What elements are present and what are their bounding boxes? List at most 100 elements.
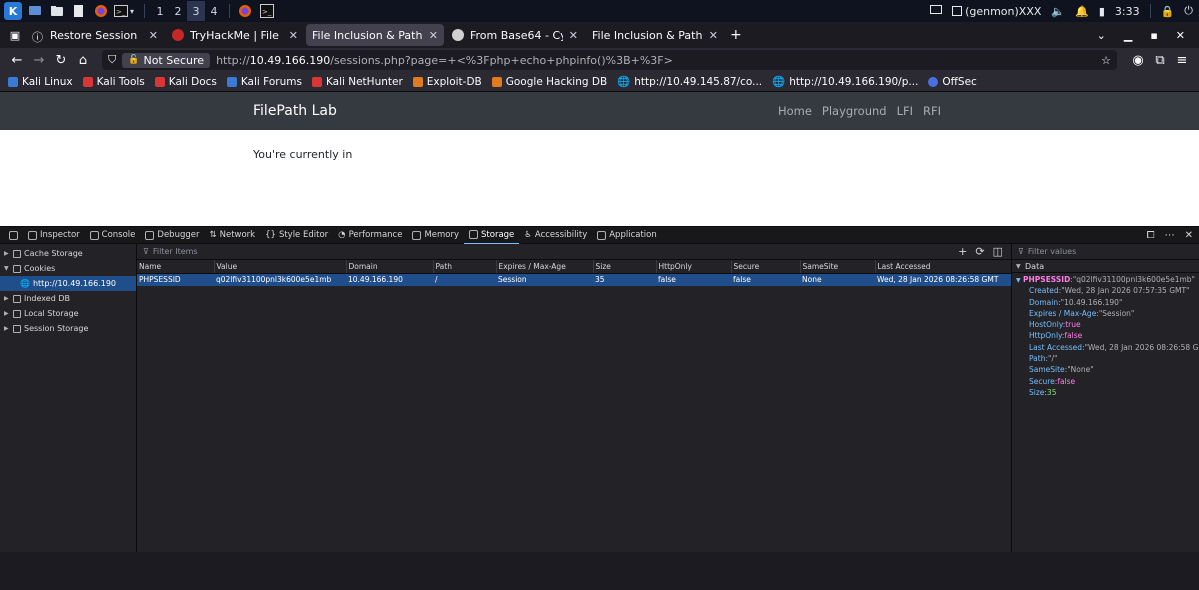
tab-performance[interactable]: ◔ Performance bbox=[333, 227, 407, 244]
tab-inspector[interactable]: Inspector bbox=[23, 227, 85, 244]
element-picker-icon[interactable] bbox=[4, 227, 23, 244]
app-menu-button[interactable]: K bbox=[4, 2, 22, 20]
cell-httponly[interactable]: false bbox=[656, 273, 731, 286]
workspace-2[interactable]: 2 bbox=[169, 1, 187, 21]
tab-file-inclusion-active[interactable]: File Inclusion & Path Travers ✕ bbox=[306, 24, 444, 46]
tab-network[interactable]: ⇅ Network bbox=[204, 227, 260, 244]
close-icon[interactable]: ✕ bbox=[429, 29, 438, 42]
site-brand[interactable]: FilePath Lab bbox=[253, 103, 337, 119]
tab-cyberchef[interactable]: From Base64 - CyberChef ✕ bbox=[446, 24, 584, 46]
tab-memory[interactable]: Memory bbox=[407, 227, 464, 244]
close-devtools-icon[interactable]: ✕ bbox=[1185, 230, 1193, 241]
tree-item-cookies[interactable]: ▼ Cookies bbox=[0, 261, 136, 276]
tab-accessibility[interactable]: ♿ Accessibility bbox=[519, 227, 592, 244]
bookmark-kali-linux[interactable]: Kali Linux bbox=[8, 76, 73, 88]
not-secure-badge[interactable]: 🔓 Not Secure bbox=[122, 52, 211, 68]
cell-path[interactable]: / bbox=[433, 273, 496, 286]
lock-icon[interactable]: 🔒 bbox=[1161, 5, 1175, 18]
expand-arrow-icon[interactable]: ▶ bbox=[4, 250, 10, 257]
shield-icon[interactable]: ⛉ bbox=[108, 53, 116, 67]
terminal-launcher-icon[interactable]: >_ ▾ bbox=[114, 2, 134, 20]
nav-link-rfi[interactable]: RFI bbox=[923, 104, 941, 118]
battery-icon[interactable]: ▮ bbox=[1099, 5, 1105, 18]
close-icon[interactable]: ✕ bbox=[289, 29, 298, 42]
bookmark-google-hacking-db[interactable]: Google Hacking DB bbox=[491, 76, 607, 88]
close-window-icon[interactable]: ✕ bbox=[1176, 29, 1185, 42]
desktop-icon[interactable] bbox=[26, 2, 44, 20]
column-header[interactable]: Path bbox=[433, 260, 497, 274]
notification-bell-icon[interactable]: 🔔 bbox=[1075, 5, 1089, 18]
cell-size[interactable]: 35 bbox=[593, 273, 656, 286]
tab-storage[interactable]: Storage bbox=[464, 227, 520, 244]
data-section-header[interactable]: ▼ Data bbox=[1012, 260, 1199, 273]
firefox-view-icon[interactable]: ▣ bbox=[4, 29, 26, 42]
prop-row[interactable]: HttpOnly:false bbox=[1012, 331, 1199, 342]
text-editor-icon[interactable] bbox=[70, 2, 88, 20]
dock-icon[interactable]: ⧠ bbox=[1147, 230, 1155, 241]
tree-item-indexed-db[interactable]: ▶ Indexed DB bbox=[0, 291, 136, 306]
column-header[interactable]: Value bbox=[214, 260, 347, 274]
nav-link-home[interactable]: Home bbox=[778, 104, 812, 118]
prop-row[interactable]: HostOnly:true bbox=[1012, 320, 1199, 331]
back-arrow-icon[interactable]: ← bbox=[6, 53, 28, 68]
genmon-widget[interactable]: (genmon)XXX bbox=[952, 5, 1041, 18]
close-icon[interactable]: ✕ bbox=[709, 29, 718, 42]
bookmark-kali-tools[interactable]: Kali Tools bbox=[82, 76, 145, 88]
tab-file-inclusion-2[interactable]: File Inclusion & Path Travers ✕ bbox=[586, 24, 724, 46]
tab-console[interactable]: Console bbox=[85, 227, 141, 244]
close-icon[interactable]: ✕ bbox=[149, 29, 158, 42]
collapse-arrow-icon[interactable]: ▼ bbox=[4, 265, 10, 272]
toggle-sidebar-icon[interactable]: ◫ bbox=[993, 245, 1003, 258]
prop-row[interactable]: Expires / Max-Age:"Session" bbox=[1012, 309, 1199, 320]
bookmark-kali-forums[interactable]: Kali Forums bbox=[226, 76, 302, 88]
cell-value[interactable]: q02lfiv31100pnl3k600e5e1mb bbox=[214, 273, 346, 286]
volume-icon[interactable]: 🔈 bbox=[1051, 5, 1065, 18]
url-text[interactable]: http://10.49.166.190/sessions.php?page=+… bbox=[216, 54, 673, 67]
tree-item-local-storage[interactable]: ▶ Local Storage bbox=[0, 306, 136, 321]
workspace-1[interactable]: 1 bbox=[151, 1, 169, 21]
bookmark-exploit-db[interactable]: Exploit-DB bbox=[412, 76, 482, 88]
new-tab-button[interactable]: + bbox=[730, 27, 742, 43]
cell-domain[interactable]: 10.49.166.190 bbox=[346, 273, 433, 286]
table-row[interactable]: PHPSESSID q02lfiv31100pnl3k600e5e1mb 10.… bbox=[137, 273, 1011, 286]
prop-row[interactable]: Last Accessed:"Wed, 28 Jan 2026 08:26:58… bbox=[1012, 343, 1199, 354]
maximize-icon[interactable]: ▪ bbox=[1150, 29, 1157, 42]
url-bar[interactable]: ⛉ 🔓 Not Secure http://10.49.166.190/sess… bbox=[102, 50, 1117, 70]
cell-last-accessed[interactable]: Wed, 28 Jan 2026 08:26:58 GMT bbox=[875, 273, 1011, 286]
column-header[interactable]: Domain bbox=[346, 260, 434, 274]
bookmark-kali-docs[interactable]: Kali Docs bbox=[154, 76, 217, 88]
close-icon[interactable]: ✕ bbox=[569, 29, 578, 42]
tab-application[interactable]: Application bbox=[592, 227, 662, 244]
prop-row[interactable]: Path:"/" bbox=[1012, 354, 1199, 365]
firefox-window-icon[interactable] bbox=[236, 2, 254, 20]
bookmark-url-2[interactable]: 🌐 http://10.49.166.190/p... bbox=[772, 75, 918, 89]
prop-row[interactable]: SameSite:"None" bbox=[1012, 365, 1199, 376]
tree-item-session-storage[interactable]: ▶ Session Storage bbox=[0, 321, 136, 336]
cell-secure[interactable]: false bbox=[731, 273, 800, 286]
column-header[interactable]: Expires / Max-Age bbox=[496, 260, 594, 274]
tab-style-editor[interactable]: {} Style Editor bbox=[260, 227, 333, 244]
bookmark-url-1[interactable]: 🌐 http://10.49.145.87/co... bbox=[617, 75, 762, 89]
minimize-icon[interactable]: ▁ bbox=[1124, 29, 1132, 42]
list-all-tabs-icon[interactable]: ⌄ bbox=[1097, 29, 1106, 42]
nav-link-playground[interactable]: Playground bbox=[822, 104, 887, 118]
power-icon[interactable]: ⏻ bbox=[1184, 4, 1193, 18]
cell-expires[interactable]: Session bbox=[496, 273, 593, 286]
file-manager-icon[interactable] bbox=[48, 2, 66, 20]
bookmark-offsec[interactable]: OffSec bbox=[928, 76, 977, 88]
forward-arrow-icon[interactable]: → bbox=[28, 53, 50, 68]
refresh-icon[interactable]: ⟳ bbox=[975, 245, 984, 258]
filter-values-input[interactable]: Filter values bbox=[1028, 247, 1076, 256]
bookmark-kali-nethunter[interactable]: Kali NetHunter bbox=[311, 76, 403, 88]
column-header[interactable]: Secure bbox=[731, 260, 801, 274]
more-options-icon[interactable]: ⋯ bbox=[1165, 230, 1175, 241]
tab-tryhackme[interactable]: TryHackMe | File Inclusio ✕ bbox=[166, 24, 304, 46]
column-header[interactable]: Last Accessed bbox=[875, 260, 1011, 274]
cell-name[interactable]: PHPSESSID bbox=[137, 273, 214, 286]
terminal-window-icon[interactable]: >_ bbox=[258, 2, 276, 20]
expand-arrow-icon[interactable]: ▶ bbox=[4, 295, 10, 302]
prop-row[interactable]: Domain:"10.49.166.190" bbox=[1012, 298, 1199, 309]
prop-row[interactable]: Size:35 bbox=[1012, 388, 1199, 399]
tab-debugger[interactable]: Debugger bbox=[140, 227, 204, 244]
workspace-4[interactable]: 4 bbox=[205, 1, 223, 21]
